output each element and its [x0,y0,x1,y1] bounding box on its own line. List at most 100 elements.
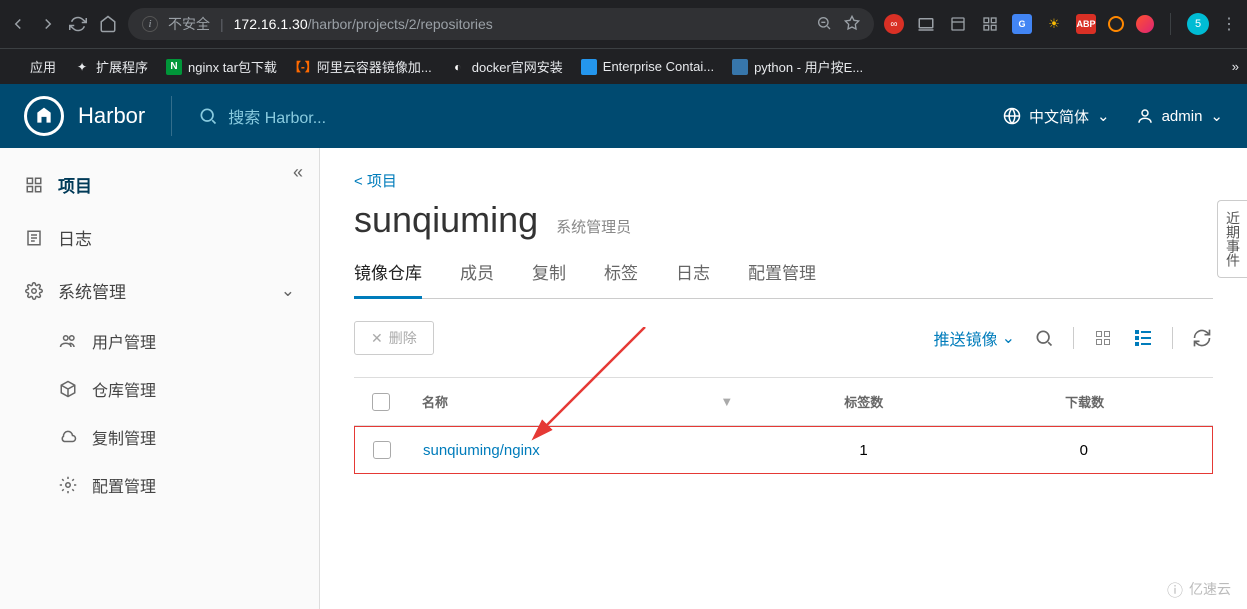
row-downloads: 0 [974,442,1194,459]
nginx-label: nginx tar包下载 [188,57,277,76]
star-icon[interactable] [844,15,860,34]
red-ext-icon[interactable] [1136,15,1154,33]
forward-icon[interactable] [38,14,58,34]
search-icon [198,106,218,126]
home-icon[interactable] [98,14,118,34]
language-selector[interactable]: 中文简体 ⌄ [1003,106,1110,127]
config-label: 配置管理 [92,473,156,497]
col-downloads-header[interactable]: 下载数 [974,392,1195,411]
reload-icon[interactable] [68,14,88,34]
extensions-bookmark[interactable]: ✦ 扩展程序 [74,57,148,76]
sidebar-item-users[interactable]: 用户管理 [58,317,319,365]
tab-labels[interactable]: 标签 [604,259,638,298]
menu-icon[interactable]: ⋮ [1219,14,1239,34]
nginx-bookmark[interactable]: N nginx tar包下载 [166,57,277,76]
ext-label: 扩展程序 [96,57,148,76]
chevron-down-icon: ⌄ [1002,328,1015,348]
user-label: admin [1162,108,1203,125]
user-menu[interactable]: admin ⌄ [1136,107,1223,125]
grid-ext-icon[interactable] [980,14,1000,34]
tab-replication[interactable]: 复制 [532,259,566,298]
window-ext-icon[interactable] [948,14,968,34]
repo-link[interactable]: sunqiuming/nginx [423,442,540,459]
cube-icon [58,379,78,399]
watermark-icon: ⓘ [1167,577,1183,601]
python-bookmark[interactable]: python - 用户按E... [732,57,863,76]
tab-members[interactable]: 成员 [460,259,494,298]
laptop-ext-icon[interactable] [916,14,936,34]
close-icon: ✕ [371,330,383,347]
watermark-text: 亿速云 [1189,579,1231,599]
repos-label: 仓库管理 [92,377,156,401]
projects-label: 项目 [58,172,92,197]
project-tabs: 镜像仓库 成员 复制 标签 日志 配置管理 [354,259,1213,299]
recent-events-tab[interactable]: 近期事件 [1217,200,1247,278]
url-text: 172.16.1.30/harbor/projects/2/repositori… [234,16,493,32]
apps-icon [8,59,24,75]
browser-toolbar: i 不安全 | 172.16.1.30/harbor/projects/2/re… [0,0,1247,48]
nginx-icon: N [166,59,182,75]
card-view-icon[interactable] [1092,327,1114,349]
collapse-sidebar-icon[interactable]: « [293,162,303,183]
col-tags-header[interactable]: 标签数 [753,392,974,411]
back-icon[interactable] [8,14,28,34]
filter-icon[interactable]: ▼ [720,394,733,409]
repo-toolbar: ✕ 删除 推送镜像 ⌄ [354,321,1213,355]
circle-ext-icon[interactable] [1108,16,1124,32]
enterprise-bookmark[interactable]: Enterprise Contai... [581,59,714,75]
tab-config[interactable]: 配置管理 [748,259,816,298]
zoom-icon[interactable] [816,15,832,34]
extension-icons: ∞ G ☀ ABP [884,14,1154,34]
puzzle-icon: ✦ [74,59,90,75]
harbor-logo-icon [24,96,64,136]
search-placeholder: 搜索 Harbor... [228,104,326,128]
profile-avatar[interactable]: 5 [1187,13,1209,35]
info-icon[interactable]: i [142,16,158,32]
project-role: 系统管理员 [556,216,631,237]
sidebar-item-admin[interactable]: 系统管理 ⌄ [0,264,319,317]
projects-icon [24,175,44,195]
abp-ext-icon[interactable]: ABP [1076,14,1096,34]
delete-label: 删除 [389,328,417,348]
docker-bookmark[interactable]: ◐ docker官网安装 [450,57,563,76]
sidebar-item-projects[interactable]: 项目 [0,158,319,211]
sun-ext-icon[interactable]: ☀ [1044,14,1064,34]
infinity-ext-icon[interactable]: ∞ [884,14,904,34]
main-content: < 项目 sunqiuming 系统管理员 镜像仓库 成员 复制 标签 日志 配… [320,148,1247,609]
chevron-down-icon: ⌄ [281,281,295,301]
translate-ext-icon[interactable]: G [1012,14,1032,34]
row-tags: 1 [753,442,973,459]
repo-table: 名称 ▼ 标签数 下载数 sunqiuming/nginx 1 0 [354,377,1213,474]
gear-icon [58,475,78,495]
back-to-projects-link[interactable]: < 项目 [354,170,1213,191]
row-checkbox[interactable] [373,441,391,459]
admin-label: 系统管理 [58,278,126,303]
col-name-header[interactable]: 名称 [422,392,448,411]
harbor-search[interactable]: 搜索 Harbor... [198,104,1003,128]
sidebar-item-config[interactable]: 配置管理 [58,461,319,509]
aliyun-bookmark[interactable]: 【-】 阿里云容器镜像加... [295,57,432,76]
harbor-logo[interactable]: Harbor [24,96,145,136]
select-all-checkbox[interactable] [372,393,390,411]
list-view-icon[interactable] [1132,327,1154,349]
bookmarks-overflow-icon[interactable]: » [1232,59,1239,74]
docker-label: docker官网安装 [472,57,563,76]
delete-button[interactable]: ✕ 删除 [354,321,434,355]
push-image-link[interactable]: 推送镜像 ⌄ [934,326,1015,350]
tab-repositories[interactable]: 镜像仓库 [354,259,422,299]
user-icon [1136,107,1154,125]
cloud-icon [58,427,78,447]
chevron-down-icon: ⌄ [1097,107,1110,125]
admin-icon [24,281,44,301]
enterprise-label: Enterprise Contai... [603,59,714,74]
lang-label: 中文简体 [1029,106,1089,127]
sidebar-item-replication[interactable]: 复制管理 [58,413,319,461]
refresh-icon[interactable] [1191,327,1213,349]
users-icon [58,331,78,351]
sidebar-item-repos[interactable]: 仓库管理 [58,365,319,413]
tab-logs[interactable]: 日志 [676,259,710,298]
address-bar[interactable]: i 不安全 | 172.16.1.30/harbor/projects/2/re… [128,8,874,40]
apps-bookmark[interactable]: 应用 [8,57,56,76]
sidebar-item-logs[interactable]: 日志 [0,211,319,264]
search-icon[interactable] [1033,327,1055,349]
